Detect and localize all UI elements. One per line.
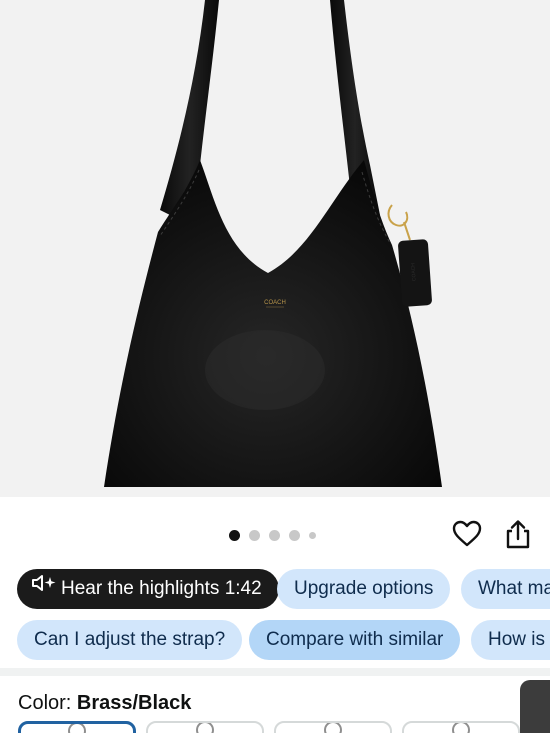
product-image[interactable]: COACH COACH — [0, 0, 550, 497]
swatch-thumbnail — [324, 723, 342, 733]
color-swatch-selected[interactable] — [18, 721, 136, 733]
brand-logo-text: COACH — [264, 300, 286, 306]
chip-label: Hear the highlights 1:42 — [61, 578, 262, 600]
chip-label: What ma — [478, 578, 550, 599]
floating-thumbnail[interactable] — [520, 680, 550, 733]
compare-similar-chip[interactable]: Compare with similar — [249, 620, 461, 660]
pager-dot[interactable] — [289, 530, 300, 541]
swatch-thumbnail — [68, 724, 86, 733]
adjust-strap-chip[interactable]: Can I adjust the strap? — [17, 620, 243, 660]
color-swatch[interactable] — [146, 721, 264, 733]
color-prefix: Color: — [18, 692, 77, 714]
pager-dot[interactable] — [309, 532, 316, 539]
color-swatch[interactable] — [402, 721, 520, 733]
selected-color: Brass/Black — [76, 692, 192, 714]
pager-dot-active[interactable] — [229, 530, 240, 541]
chip-label: How is t — [488, 629, 550, 650]
upgrade-options-chip[interactable]: Upgrade options — [277, 569, 451, 609]
share-button[interactable] — [503, 518, 533, 550]
handbag-image: COACH COACH — [104, 0, 442, 487]
chip-label: Compare with similar — [266, 629, 444, 650]
chip-label: Upgrade options — [294, 578, 434, 599]
hear-highlights-chip[interactable]: Hear the highlights 1:42 — [17, 569, 279, 609]
share-icon — [506, 520, 530, 549]
questions-chip-row: Can I adjust the strap? Compare with sim… — [0, 620, 550, 662]
tag-logo-text: COACH — [410, 262, 417, 281]
what-matters-chip[interactable]: What ma — [461, 569, 550, 609]
favorite-button[interactable] — [451, 518, 483, 550]
heart-icon — [452, 520, 482, 547]
color-swatch[interactable] — [274, 721, 392, 733]
chip-label: Can I adjust the strap? — [34, 629, 226, 650]
speaker-sparkle-icon — [31, 569, 57, 607]
highlights-chip-row: Hear the highlights 1:42 Upgrade options… — [0, 569, 550, 611]
swatch-thumbnail — [452, 723, 470, 733]
swatch-thumbnail — [196, 723, 214, 733]
pager-dot[interactable] — [269, 530, 280, 541]
image-pager[interactable] — [229, 530, 316, 541]
how-is-chip[interactable]: How is t — [471, 620, 550, 660]
pager-dot[interactable] — [249, 530, 260, 541]
section-divider — [0, 668, 550, 676]
color-variant-label: Color: Brass/Black — [18, 692, 191, 715]
